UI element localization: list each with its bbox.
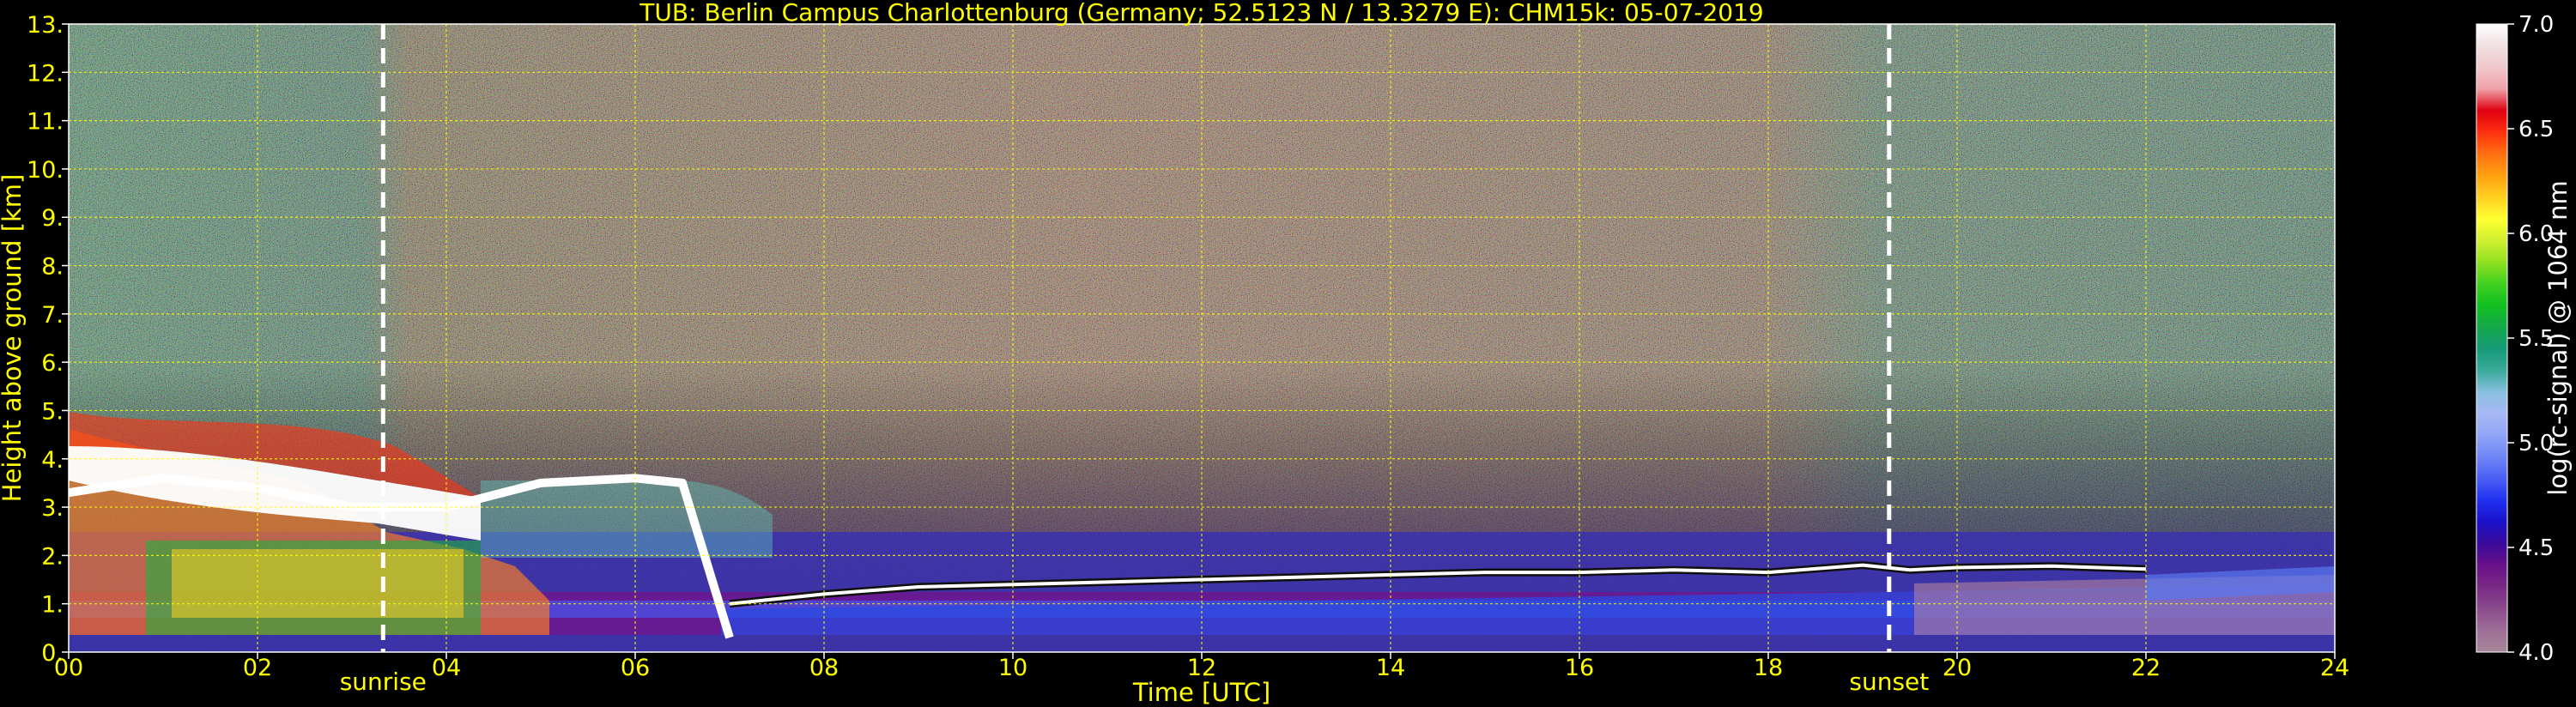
- y-tick-label: 3.: [41, 495, 64, 522]
- colorbar: 4.04.55.05.56.06.57.0 log(rc-signal) @ 1…: [2476, 12, 2573, 666]
- y-tick-label: 8.: [41, 254, 64, 281]
- colorbar-tick-label: 7.0: [2518, 12, 2554, 38]
- x-tick-label: 22: [2131, 655, 2161, 681]
- chart-title: TUB: Berlin Campus Charlottenburg (Germa…: [639, 0, 1763, 27]
- x-tick-label: 02: [243, 655, 272, 681]
- colorbar-tick-label: 4.0: [2518, 640, 2554, 666]
- x-tick-label: 20: [1943, 655, 1972, 681]
- x-tick-label: 06: [621, 655, 650, 681]
- y-tick-label: 1.: [41, 592, 64, 619]
- sunrise-label: sunrise: [340, 668, 427, 696]
- y-tick-label: 12.: [27, 60, 64, 87]
- x-tick-label: 08: [809, 655, 839, 681]
- x-tick-label: 16: [1565, 655, 1594, 681]
- y-tick-label: 11.: [27, 109, 64, 136]
- x-tick-label: 14: [1376, 655, 1405, 681]
- y-tick-label: 10.: [27, 157, 64, 184]
- colorbar-tick-label: 4.5: [2518, 535, 2554, 561]
- sunset-label: sunset: [1849, 668, 1929, 696]
- y-tick-label: 2.: [41, 543, 64, 570]
- colorbar-gradient: [2476, 23, 2508, 653]
- x-tick-label: 18: [1754, 655, 1783, 681]
- x-axis-label: Time [UTC]: [1132, 678, 1270, 707]
- x-tick-label: 10: [998, 655, 1027, 681]
- y-axis: 0. 1. 2. 3. 4. 5. 6. 7. 8. 9. 10. 11. 12. 13.: [27, 12, 69, 667]
- y-tick-label: 7.: [41, 302, 64, 329]
- y-tick-label: 0.: [41, 640, 64, 667]
- x-tick-label: 24: [2320, 655, 2349, 681]
- y-tick-label: 9.: [41, 205, 64, 232]
- y-tick-label: 13.: [27, 12, 64, 39]
- colorbar-label: log(rc-signal) @ 1064 nm: [2543, 180, 2573, 495]
- colorbar-tick-label: 6.5: [2518, 117, 2554, 142]
- y-axis-label: Height above ground [km]: [0, 174, 27, 503]
- lidar-chart: sunrise sunset 00 02 04 06 08 10 12 14 16 18 20 22 24…: [0, 0, 2573, 707]
- x-tick-label: 04: [432, 655, 461, 681]
- y-tick-label: 4.: [41, 447, 64, 474]
- y-tick-label: 6.: [41, 350, 64, 377]
- y-tick-label: 5.: [41, 398, 64, 425]
